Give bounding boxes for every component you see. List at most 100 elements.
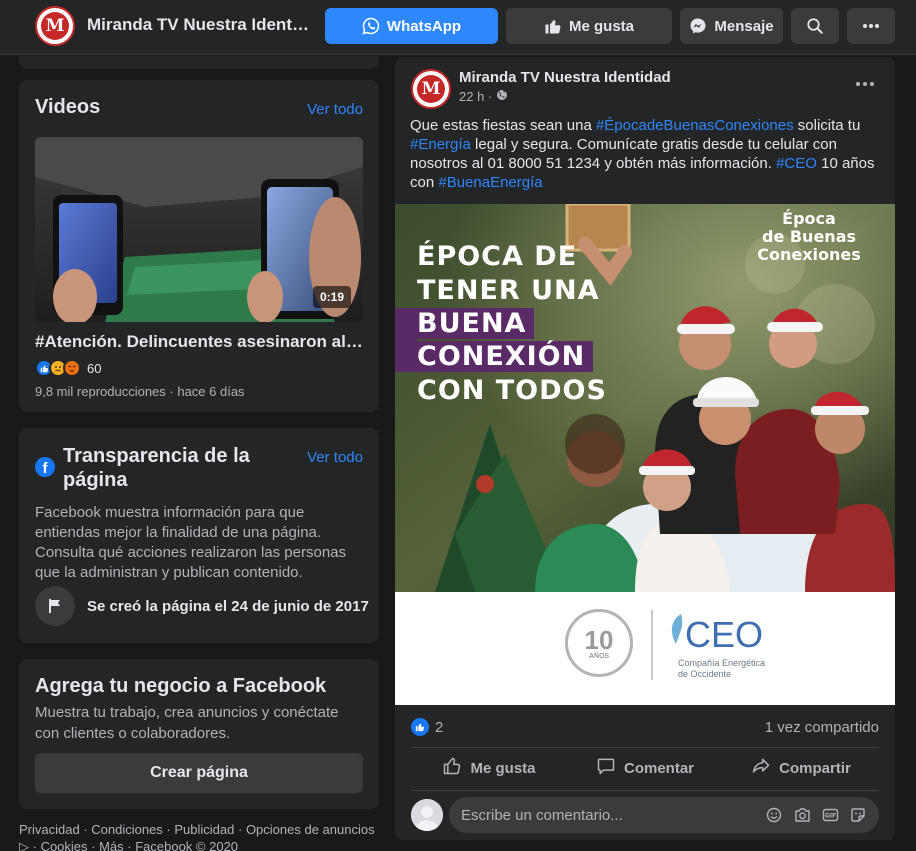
transparency-description: Facebook muestra información para que en…: [35, 504, 347, 581]
flag-icon: [35, 586, 75, 626]
post-image[interactable]: ÉPOCA DE TENER UNA BUENA CONEXIÓN CON TO…: [395, 204, 895, 705]
post-comment-label: Comentar: [623, 759, 694, 777]
post-stats: 2 1 vez compartido: [411, 717, 879, 737]
image-headline-line3: BUENA: [417, 308, 535, 339]
post-share-count[interactable]: 1 vez compartido: [765, 719, 879, 736]
brand-strip: 10 AÑOS CEO Compañía Energética de Occid…: [395, 592, 895, 705]
footer-ads-link[interactable]: Publicidad: [174, 822, 234, 837]
like-reaction-icon: [411, 718, 429, 736]
post-actions: Me gusta Comentar Compartir: [411, 750, 879, 786]
footer-privacy-link[interactable]: Privacidad: [19, 822, 80, 837]
whatsapp-button[interactable]: WhatsApp: [325, 8, 498, 44]
hashtag-link[interactable]: #ÉpocadeBuenasConexiones: [596, 117, 794, 134]
video-reaction-count: 60: [87, 360, 102, 376]
post-text-part: legal y segura. Comunícate gratis desde …: [410, 136, 837, 172]
post-share-button[interactable]: Compartir: [723, 750, 879, 786]
video-thumbnail[interactable]: 0:19: [35, 137, 363, 322]
seal-number: 10: [584, 624, 614, 655]
post-avatar-mark: M: [417, 75, 445, 103]
transparency-title: Transparencia de la página: [63, 445, 250, 491]
page-like-button[interactable]: Me gusta: [506, 8, 672, 44]
comment-tools: GIF: [765, 806, 867, 824]
camera-icon[interactable]: [793, 806, 811, 824]
search-icon: [806, 17, 824, 35]
footer-ad-choices-link[interactable]: Opciones de anuncios: [246, 822, 375, 837]
transparency-see-all-link[interactable]: Ver todo: [307, 449, 363, 466]
post-like-count[interactable]: 2: [411, 718, 443, 736]
search-button[interactable]: [791, 8, 839, 44]
campaign-logo-line: Época: [782, 209, 836, 228]
post-author-avatar[interactable]: M: [411, 69, 451, 109]
whatsapp-label: WhatsApp: [386, 17, 462, 35]
comment-input[interactable]: [461, 806, 765, 824]
hashtag-link[interactable]: #Energía: [410, 136, 471, 153]
post-like-number: 2: [435, 718, 444, 736]
campaign-logo: Época de Buenas Conexiones: [735, 210, 883, 264]
video-title[interactable]: #Atención. Delincuentes asesinaron al C.…: [35, 332, 363, 352]
post-like-button[interactable]: Me gusta: [411, 750, 567, 786]
footer-copyright: Facebook © 2020: [135, 839, 239, 851]
post-card: M Miranda TV Nuestra Identidad 22 h · Qu…: [395, 57, 895, 840]
svg-text:GIF: GIF: [824, 813, 835, 820]
page-logo[interactable]: M: [35, 6, 75, 46]
whatsapp-icon: [362, 17, 380, 35]
post-time-text: 22 h ·: [459, 89, 493, 104]
campaign-logo-line: de Buenas: [761, 227, 857, 246]
post-text-part: Que estas fiestas sean una: [410, 117, 596, 134]
messenger-icon: [689, 17, 707, 35]
angry-reaction-icon: [63, 359, 81, 377]
create-page-button[interactable]: Crear página: [35, 753, 363, 793]
footer-more-link[interactable]: Más: [99, 839, 124, 851]
business-description: Muestra tu trabajo, crea anuncios y coné…: [35, 704, 339, 742]
facebook-icon: f: [35, 457, 55, 477]
comment-box[interactable]: GIF: [449, 797, 879, 833]
share-icon: [751, 756, 771, 780]
brand-divider: [651, 610, 653, 680]
user-avatar[interactable]: [411, 799, 443, 831]
post-text-part: solicita tu: [793, 117, 861, 134]
ceo-leaf-icon: [671, 614, 683, 644]
video-reactions[interactable]: 60: [35, 359, 101, 377]
more-dots-icon: [862, 23, 880, 29]
page-like-label: Me gusta: [568, 17, 634, 35]
comment-icon: [596, 756, 616, 780]
headline-band: [395, 308, 417, 372]
hashtag-link[interactable]: #BuenaEnergía: [438, 174, 542, 191]
page-header-bar: M Miranda TV Nuestra Identidad WhatsApp …: [0, 0, 916, 55]
brand-subtitle: Compañía Energética de Occidente: [678, 658, 765, 680]
footer-terms-link[interactable]: Condiciones: [91, 822, 163, 837]
post-comment-button[interactable]: Comentar: [567, 750, 723, 786]
more-options-button[interactable]: [847, 8, 895, 44]
post-text: Que estas fiestas sean una #ÉpocadeBuena…: [410, 116, 880, 192]
image-headline-line5: CON TODOS: [417, 375, 607, 406]
hashtag-link[interactable]: #CEO: [776, 155, 817, 172]
previous-card-edge: [19, 56, 379, 69]
gif-icon[interactable]: GIF: [821, 806, 839, 824]
page-created-row: Se creó la página el 24 de junio de 2017: [35, 586, 369, 626]
videos-see-all-link[interactable]: Ver todo: [307, 101, 363, 118]
videos-title: Videos: [35, 96, 101, 118]
post-options-button[interactable]: [853, 75, 877, 93]
footer-links: Privacidad · Condiciones · Publicidad · …: [19, 821, 379, 851]
page-name[interactable]: Miranda TV Nuestra Identidad: [87, 15, 312, 35]
emoji-icon[interactable]: [765, 806, 783, 824]
thumbs-up-outline-icon: [442, 756, 462, 780]
footer-cookies-link[interactable]: Cookies: [41, 839, 88, 851]
brand-subtitle-line: Compañía Energética: [678, 658, 766, 668]
thumbs-up-icon: [544, 17, 562, 35]
brand-name: CEO: [685, 614, 764, 655]
video-duration: 0:19: [312, 286, 351, 308]
message-button[interactable]: Mensaje: [680, 8, 783, 44]
message-label: Mensaje: [714, 17, 774, 35]
image-headline-line4: CONEXIÓN: [417, 341, 594, 372]
comment-composer: GIF: [411, 797, 879, 833]
post-like-label: Me gusta: [470, 759, 536, 777]
video-meta: 9,8 mil reproducciones · hace 6 días: [35, 384, 245, 399]
sticker-icon[interactable]: [849, 806, 867, 824]
post-timestamp[interactable]: 22 h ·: [459, 89, 508, 104]
ad-choices-icon: ▷: [19, 839, 29, 851]
campaign-logo-line: Conexiones: [757, 245, 861, 264]
business-title: Agrega tu negocio a Facebook: [35, 675, 327, 697]
page-transparency-card: f Transparencia de la página Ver todo Fa…: [19, 428, 379, 643]
post-author-name[interactable]: Miranda TV Nuestra Identidad: [459, 69, 671, 86]
